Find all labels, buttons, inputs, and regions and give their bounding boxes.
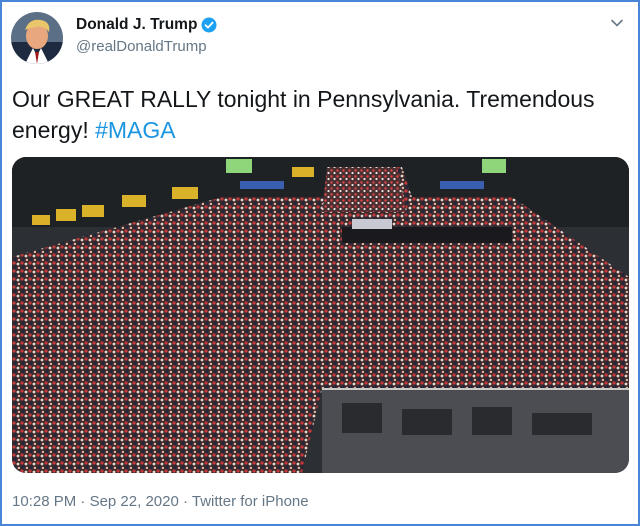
user-handle[interactable]: @realDonaldTrump: [76, 38, 207, 55]
verified-badge-icon: [201, 17, 217, 33]
date: Sep 22, 2020: [89, 493, 179, 510]
display-name-text[interactable]: Donald J. Trump: [76, 16, 197, 34]
separator: ·: [182, 493, 188, 510]
display-name[interactable]: Donald J. Trump: [76, 16, 217, 34]
tweet-text: Our GREAT RALLY tonight in Pennsylvania.…: [12, 84, 627, 146]
rally-crowd-photo-icon: [12, 157, 629, 473]
tweet-timestamp[interactable]: 10:28 PM · Sep 22, 2020 · Twitter for iP…: [12, 493, 309, 510]
avatar[interactable]: [11, 12, 63, 64]
tweet-card: Donald J. Trump @realDonaldTrump Our GRE…: [0, 0, 640, 526]
chevron-down-icon[interactable]: [610, 16, 624, 30]
tweet-media[interactable]: [12, 157, 629, 473]
profile-photo-icon: [11, 12, 63, 64]
separator: ·: [80, 493, 86, 510]
time: 10:28 PM: [12, 493, 77, 510]
hashtag-link[interactable]: #MAGA: [95, 117, 176, 143]
tweet-source[interactable]: Twitter for iPhone: [192, 493, 309, 510]
